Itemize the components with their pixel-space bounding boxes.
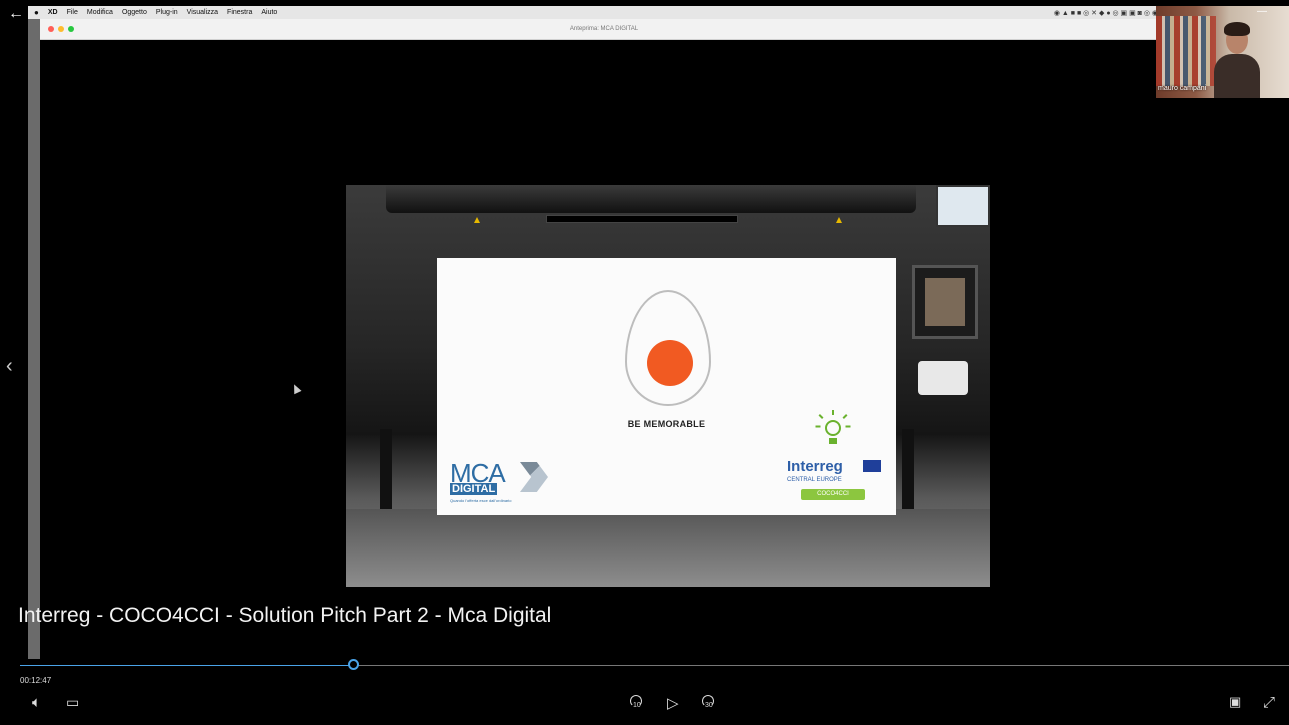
printer-panel [912, 265, 978, 339]
menubar-status-icons: ◉ ▲ ■ ■ ◎ ✕ ◆ ● ◎ ▣ ▣ ◙ ◎ ◉ [1053, 9, 1158, 17]
seek-bar[interactable] [20, 659, 1289, 670]
speaker-video [1214, 18, 1260, 98]
interreg-sub: CENTRAL EUROPE [787, 477, 842, 483]
bookshelf-background [1156, 16, 1216, 86]
menubar-item: Visualizza [186, 9, 219, 16]
speaker-name: mauro campani [1158, 85, 1207, 92]
interreg-brand: Interreg [787, 458, 843, 475]
zoom-dot-icon [68, 26, 74, 32]
printer-top [386, 185, 916, 213]
webcam-tile: mauro campani [1156, 6, 1289, 98]
subtitles-icon[interactable]: ▭ [66, 694, 79, 711]
skip-forward-button[interactable]: 30 [700, 694, 720, 714]
traffic-lights [48, 26, 74, 32]
menubar-item: Modifica [86, 9, 113, 16]
mouse-cursor-icon [290, 382, 302, 395]
menubar-item: XD [47, 9, 58, 16]
printer-display [936, 185, 990, 227]
current-time: 00:12:47 [20, 676, 52, 685]
mca-logo-digital: DIGITAL [450, 483, 498, 495]
miniplayer-icon[interactable]: ▣ [1229, 694, 1241, 710]
mca-logo-slogan: Quando l'offerta esce dall'ordinario [450, 498, 512, 503]
printer-panel-inner [925, 278, 965, 326]
window-title: Anteprima: MCA DIGITAL [569, 26, 639, 32]
interreg-project-pill: COCO4CCI [801, 489, 865, 500]
close-dot-icon [48, 26, 54, 32]
minimize-icon[interactable]: — [1257, 6, 1267, 17]
window-left-edge [28, 19, 40, 659]
printer-leg [380, 429, 392, 509]
lightbulb-base [829, 438, 837, 444]
lightbulb-ray [815, 425, 821, 428]
presentation-stage: BE MEMORABLE MCA DIGITAL Quando l'offert… [346, 185, 990, 587]
skip-back-button[interactable]: 10 [628, 694, 648, 714]
warning-icon [474, 217, 480, 223]
egg-yolk [647, 340, 693, 386]
lightbulb-icon [813, 410, 853, 450]
menubar-item: Oggetto [121, 9, 147, 16]
minimize-dot-icon [58, 26, 64, 32]
printer-side-box [918, 361, 968, 395]
apple-logo-icon: ● [34, 8, 39, 17]
seek-bar-thumb[interactable] [348, 659, 359, 670]
eu-flag-icon [863, 460, 881, 472]
menubar-item: File [66, 9, 78, 16]
volume-icon[interactable]: 🔈︎ [32, 694, 41, 711]
skip-back-label: 10 [633, 702, 641, 709]
mca-digital-logo: MCA DIGITAL Quando l'offerta esce dall'o… [450, 458, 550, 506]
interreg-logo: Interreg CENTRAL EUROPE COCO4CCI [787, 458, 883, 506]
menubar-item: Aiuto [261, 9, 278, 16]
lightbulb-ray [845, 425, 851, 428]
window-titlebar: Anteprima: MCA DIGITAL [40, 19, 1168, 40]
video-title: Interreg - COCO4CCI - Solution Pitch Par… [18, 604, 552, 627]
lightbulb-ray [832, 410, 834, 415]
warning-icon [836, 217, 842, 223]
speaker-hair [1224, 22, 1250, 36]
skip-forward-label: 30 [705, 702, 713, 709]
printer-leg [902, 429, 914, 509]
menubar-item: Plug-in [155, 9, 178, 16]
egg-logo-icon [625, 290, 711, 406]
lightbulb-ray [818, 414, 824, 419]
lightbulb-glass [825, 420, 841, 436]
seek-bar-progress [20, 665, 354, 666]
back-arrow-icon[interactable]: ← [8, 5, 24, 23]
play-icon[interactable]: ▷ [667, 694, 679, 712]
floor [346, 509, 990, 587]
slide-card: BE MEMORABLE MCA DIGITAL Quando l'offert… [437, 258, 896, 515]
mac-menubar: ● XD File Modifica Oggetto Plug-in Visua… [28, 6, 1168, 19]
speaker-torso [1214, 54, 1260, 98]
mca-chevron-icon [520, 462, 548, 492]
lightbulb-ray [842, 414, 848, 419]
fullscreen-icon[interactable]: ⤢ [1263, 694, 1275, 711]
chevron-left-icon[interactable]: ‹ [6, 355, 13, 378]
menubar-item: Finestra [227, 9, 253, 16]
printer-slot [546, 215, 738, 223]
